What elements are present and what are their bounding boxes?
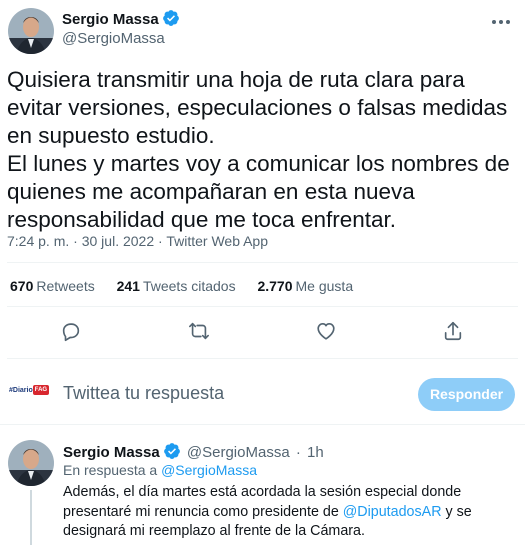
tweet-date[interactable]: 30 jul. 2022	[82, 233, 154, 249]
retweets-label: Retweets	[36, 278, 95, 294]
reply-submit-button[interactable]: Responder	[418, 378, 515, 411]
meta-separator: ·	[73, 233, 78, 249]
tweet-stats: 670 Retweets 241 Tweets citados 2.770 Me gu…	[10, 278, 371, 294]
reply-author-name[interactable]: Sergio Massa	[63, 444, 160, 461]
mention-link[interactable]: @DiputadosAR	[343, 504, 442, 520]
reply-composer-avatar[interactable]: #Diario FAG	[9, 381, 51, 401]
replying-to: En respuesta a @SergioMassa	[63, 462, 257, 478]
reply-author-avatar[interactable]	[8, 440, 54, 486]
reply-text: Además, el día martes está acordada la s…	[63, 483, 518, 542]
quotes-stat[interactable]: 241 Tweets citados	[117, 278, 236, 294]
retweets-stat[interactable]: 670 Retweets	[10, 278, 95, 294]
reply-icon[interactable]	[60, 320, 82, 342]
tweet-source[interactable]: Twitter Web App	[166, 233, 268, 249]
replying-to-link[interactable]: @SergioMassa	[161, 462, 257, 478]
reply-composer: #Diario FAG Twittea tu respuesta Responde…	[0, 365, 525, 425]
tweet-meta: 7:24 p. m. · 30 jul. 2022 · Twitter Web …	[7, 233, 268, 249]
likes-count: 2.770	[257, 278, 293, 294]
reply-tweet[interactable]: Sergio Massa @SergioMassa · 1h En respue…	[0, 430, 525, 545]
more-options-icon[interactable]	[489, 12, 513, 32]
replying-to-prefix: En respuesta a	[63, 462, 158, 478]
like-icon[interactable]	[315, 320, 337, 342]
meta-separator: ·	[158, 233, 163, 249]
avatar-logo-tag: FAG	[32, 385, 50, 395]
reply-header: Sergio Massa @SergioMassa · 1h	[63, 442, 324, 461]
thread-line	[30, 490, 32, 545]
quotes-count: 241	[116, 278, 140, 294]
tweet-time[interactable]: 7:24 p. m.	[7, 233, 69, 249]
reply-author-handle[interactable]: @SergioMassa	[187, 444, 290, 461]
share-icon[interactable]	[442, 320, 464, 342]
reply-separator: ·	[295, 444, 301, 461]
author-handle[interactable]: @SergioMassa	[62, 30, 165, 47]
retweet-icon[interactable]	[188, 320, 210, 342]
divider	[7, 262, 518, 263]
likes-stat[interactable]: 2.770 Me gusta	[257, 278, 353, 294]
verified-badge-icon	[163, 443, 180, 459]
tweet-text: Quisiera transmitir una hoja de ruta cla…	[7, 67, 510, 232]
verified-badge-icon	[162, 10, 179, 26]
quotes-label: Tweets citados	[142, 278, 236, 294]
retweets-count: 670	[10, 278, 34, 294]
avatar-logo-text: #Diario	[9, 387, 33, 394]
likes-label: Me gusta	[295, 278, 354, 294]
author-name[interactable]: Sergio Massa	[62, 9, 180, 28]
author-avatar[interactable]	[8, 8, 54, 54]
reply-time[interactable]: 1h	[307, 444, 324, 461]
reply-input[interactable]: Twittea tu respuesta	[63, 383, 224, 404]
divider	[0, 424, 525, 425]
divider	[7, 306, 518, 307]
divider	[7, 358, 518, 359]
author-name-text[interactable]: Sergio Massa	[62, 11, 159, 28]
